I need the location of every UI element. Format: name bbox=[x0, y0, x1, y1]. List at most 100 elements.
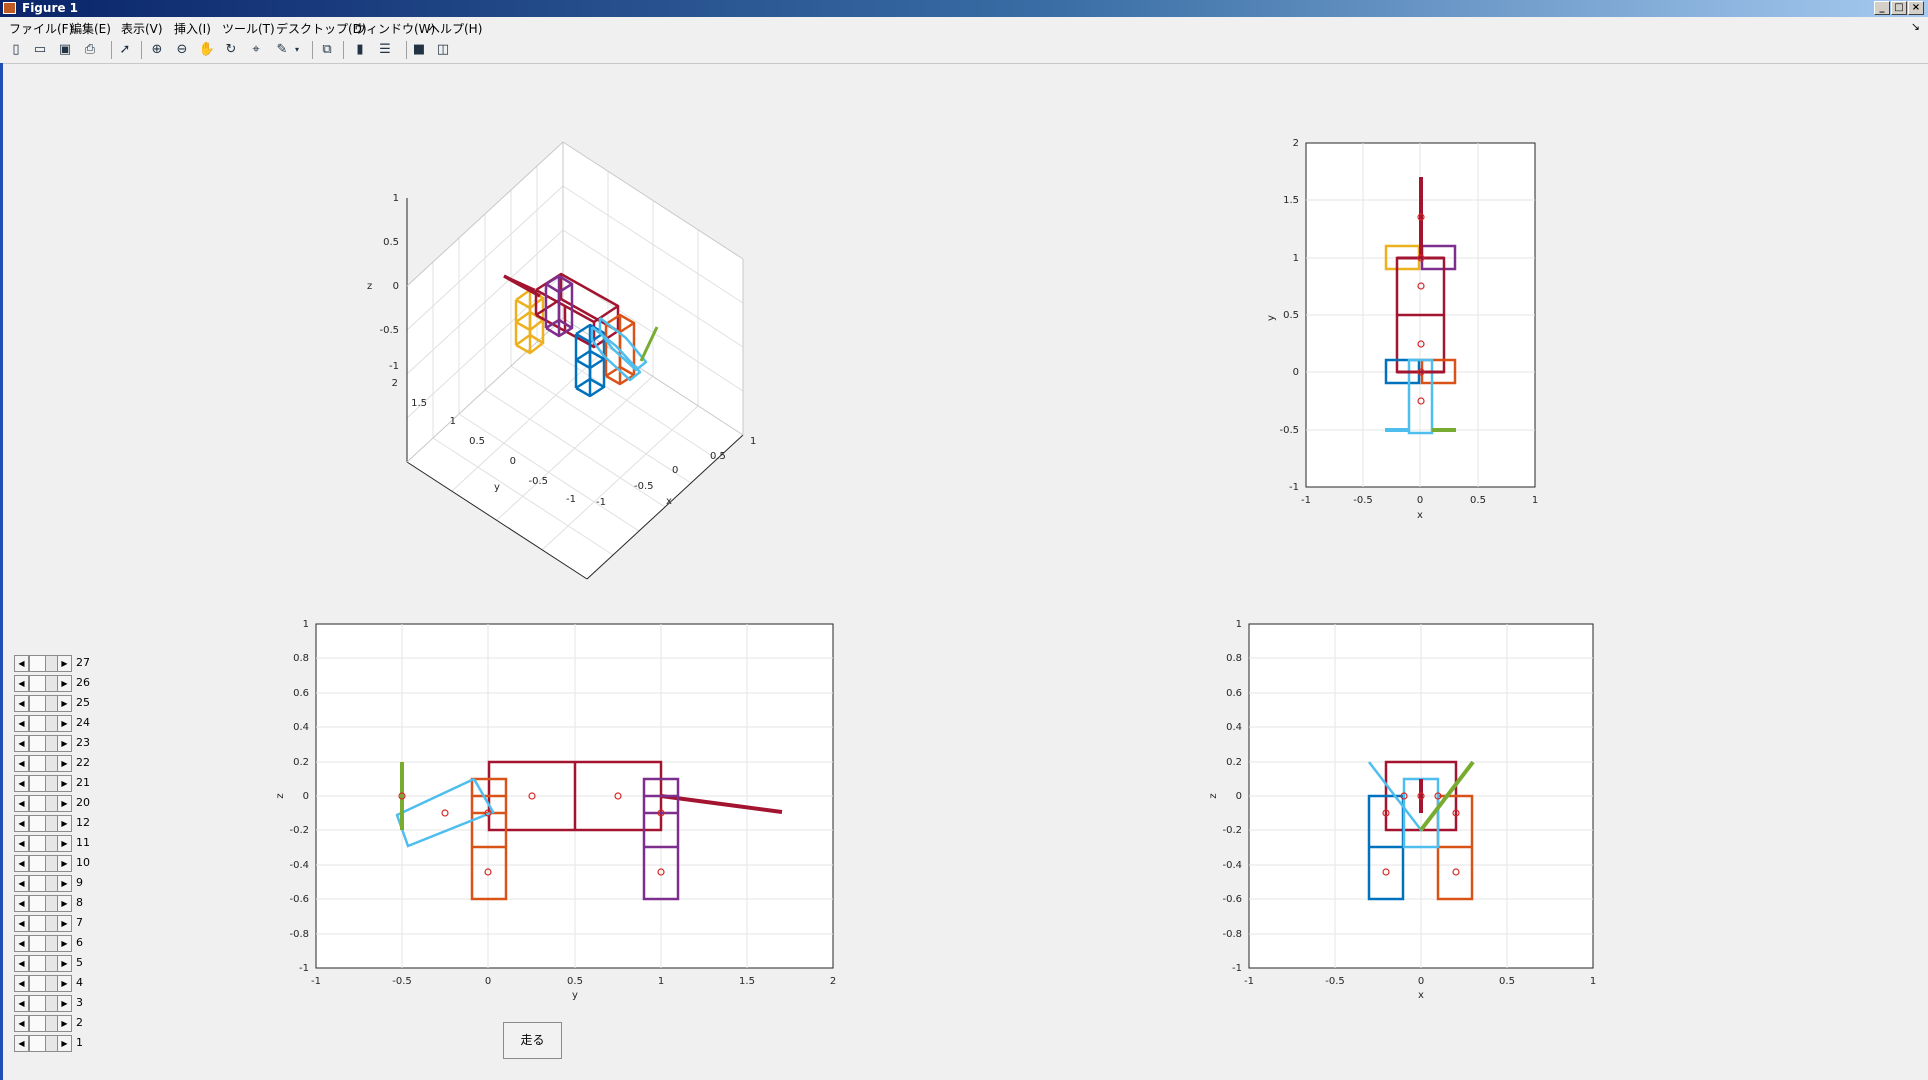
slider-thumb[interactable] bbox=[29, 776, 46, 791]
slider-right-arrow-icon[interactable]: ▶ bbox=[57, 896, 71, 911]
slider-thumb[interactable] bbox=[29, 1016, 46, 1031]
joint-slider[interactable]: ◀ ▶ bbox=[14, 675, 72, 692]
joint-slider[interactable]: ◀ ▶ bbox=[14, 935, 72, 952]
slider-right-arrow-icon[interactable]: ▶ bbox=[57, 776, 71, 791]
slider-right-arrow-icon[interactable]: ▶ bbox=[57, 1016, 71, 1031]
slider-label: 10 bbox=[76, 856, 90, 869]
slider-right-arrow-icon[interactable]: ▶ bbox=[57, 656, 71, 671]
slider-left-arrow-icon[interactable]: ◀ bbox=[15, 976, 29, 991]
joint-slider[interactable]: ◀ ▶ bbox=[14, 655, 72, 672]
joint-slider[interactable]: ◀ ▶ bbox=[14, 1015, 72, 1032]
slider-thumb[interactable] bbox=[29, 876, 46, 891]
joint-slider[interactable]: ◀ ▶ bbox=[14, 735, 72, 752]
slider-right-arrow-icon[interactable]: ▶ bbox=[57, 756, 71, 771]
slider-thumb[interactable] bbox=[29, 956, 46, 971]
slider-thumb[interactable] bbox=[29, 996, 46, 1011]
slider-left-arrow-icon[interactable]: ◀ bbox=[15, 876, 29, 891]
slider-left-arrow-icon[interactable]: ◀ bbox=[15, 996, 29, 1011]
slider-right-arrow-icon[interactable]: ▶ bbox=[57, 956, 71, 971]
slider-left-arrow-icon[interactable]: ◀ bbox=[15, 836, 29, 851]
y-tick-label: 0 bbox=[1293, 367, 1299, 378]
z-tick-label: -0.4 bbox=[1222, 860, 1242, 871]
slider-left-arrow-icon[interactable]: ◀ bbox=[15, 896, 29, 911]
slider-right-arrow-icon[interactable]: ▶ bbox=[57, 696, 71, 711]
y-tick-label: 1 bbox=[450, 416, 456, 427]
joint-slider[interactable]: ◀ ▶ bbox=[14, 775, 72, 792]
axes-xz-bottom[interactable]: 1 0.8 0.6 0.4 0.2 0 -0.2 -0.4 -0.6 -0.8 … bbox=[1208, 619, 1596, 1001]
axes-xy-top[interactable]: 2 1.5 1 0.5 0 -0.5 -1 -1 -0.5 0 0.5 1 x … bbox=[1266, 138, 1538, 521]
slider-left-arrow-icon[interactable]: ◀ bbox=[15, 1016, 29, 1031]
slider-thumb[interactable] bbox=[29, 676, 46, 691]
slider-left-arrow-icon[interactable]: ◀ bbox=[15, 936, 29, 951]
slider-left-arrow-icon[interactable]: ◀ bbox=[15, 736, 29, 751]
joint-slider[interactable]: ◀ ▶ bbox=[14, 975, 72, 992]
slider-thumb[interactable] bbox=[29, 696, 46, 711]
y-tick-label: -1 bbox=[311, 976, 321, 987]
joint-slider[interactable]: ◀ ▶ bbox=[14, 815, 72, 832]
slider-right-arrow-icon[interactable]: ▶ bbox=[57, 996, 71, 1011]
joint-slider[interactable]: ◀ ▶ bbox=[14, 995, 72, 1012]
joint-slider[interactable]: ◀ ▶ bbox=[14, 715, 72, 732]
z-tick-label: 1 bbox=[303, 619, 309, 630]
slider-right-arrow-icon[interactable]: ▶ bbox=[57, 1036, 71, 1051]
slider-thumb[interactable] bbox=[29, 856, 46, 871]
joint-slider-row: ◀ ▶ 24 bbox=[14, 715, 94, 733]
joint-slider[interactable]: ◀ ▶ bbox=[14, 835, 72, 852]
joint-slider-row: ◀ ▶ 4 bbox=[14, 975, 94, 993]
axes-3d[interactable]: 1 0.5 0 -0.5 -1 2 1.5 1 0.5 0 -0.5 -1 -1… bbox=[367, 141, 756, 580]
slider-thumb[interactable] bbox=[29, 976, 46, 991]
slider-left-arrow-icon[interactable]: ◀ bbox=[15, 856, 29, 871]
slider-right-arrow-icon[interactable]: ▶ bbox=[57, 836, 71, 851]
slider-thumb[interactable] bbox=[29, 756, 46, 771]
slider-left-arrow-icon[interactable]: ◀ bbox=[15, 916, 29, 931]
slider-thumb[interactable] bbox=[29, 736, 46, 751]
slider-thumb[interactable] bbox=[29, 796, 46, 811]
joint-slider[interactable]: ◀ ▶ bbox=[14, 795, 72, 812]
slider-left-arrow-icon[interactable]: ◀ bbox=[15, 796, 29, 811]
slider-label: 6 bbox=[76, 936, 83, 949]
slider-right-arrow-icon[interactable]: ▶ bbox=[57, 796, 71, 811]
slider-left-arrow-icon[interactable]: ◀ bbox=[15, 696, 29, 711]
z-tick-label: 0.5 bbox=[383, 237, 399, 248]
slider-left-arrow-icon[interactable]: ◀ bbox=[15, 956, 29, 971]
slider-thumb[interactable] bbox=[29, 916, 46, 931]
slider-right-arrow-icon[interactable]: ▶ bbox=[57, 716, 71, 731]
figure-canvas[interactable]: 1 0.5 0 -0.5 -1 2 1.5 1 0.5 0 -0.5 -1 -1… bbox=[0, 0, 1928, 1080]
slider-left-arrow-icon[interactable]: ◀ bbox=[15, 656, 29, 671]
slider-thumb[interactable] bbox=[29, 1036, 46, 1051]
x-tick-label: 1 bbox=[1590, 976, 1596, 987]
x-axis-label: x bbox=[1417, 510, 1423, 521]
x-axis-label: x bbox=[666, 496, 672, 507]
slider-thumb[interactable] bbox=[29, 936, 46, 951]
joint-slider[interactable]: ◀ ▶ bbox=[14, 915, 72, 932]
slider-left-arrow-icon[interactable]: ◀ bbox=[15, 816, 29, 831]
axes-yz-bottom[interactable]: 1 0.8 0.6 0.4 0.2 0 -0.2 -0.4 -0.6 -0.8 … bbox=[275, 619, 836, 1001]
slider-right-arrow-icon[interactable]: ▶ bbox=[57, 916, 71, 931]
slider-thumb[interactable] bbox=[29, 816, 46, 831]
joint-slider[interactable]: ◀ ▶ bbox=[14, 895, 72, 912]
slider-thumb[interactable] bbox=[29, 716, 46, 731]
slider-right-arrow-icon[interactable]: ▶ bbox=[57, 856, 71, 871]
slider-thumb[interactable] bbox=[29, 896, 46, 911]
slider-left-arrow-icon[interactable]: ◀ bbox=[15, 756, 29, 771]
slider-left-arrow-icon[interactable]: ◀ bbox=[15, 1036, 29, 1051]
slider-right-arrow-icon[interactable]: ▶ bbox=[57, 736, 71, 751]
slider-right-arrow-icon[interactable]: ▶ bbox=[57, 676, 71, 691]
z-tick-label: -1 bbox=[389, 361, 399, 372]
slider-thumb[interactable] bbox=[29, 836, 46, 851]
slider-left-arrow-icon[interactable]: ◀ bbox=[15, 776, 29, 791]
slider-right-arrow-icon[interactable]: ▶ bbox=[57, 976, 71, 991]
slider-thumb[interactable] bbox=[29, 656, 46, 671]
joint-slider[interactable]: ◀ ▶ bbox=[14, 695, 72, 712]
slider-left-arrow-icon[interactable]: ◀ bbox=[15, 676, 29, 691]
slider-left-arrow-icon[interactable]: ◀ bbox=[15, 716, 29, 731]
joint-slider[interactable]: ◀ ▶ bbox=[14, 755, 72, 772]
run-button[interactable]: 走る bbox=[503, 1022, 562, 1059]
joint-slider[interactable]: ◀ ▶ bbox=[14, 855, 72, 872]
slider-right-arrow-icon[interactable]: ▶ bbox=[57, 876, 71, 891]
joint-slider[interactable]: ◀ ▶ bbox=[14, 955, 72, 972]
slider-right-arrow-icon[interactable]: ▶ bbox=[57, 816, 71, 831]
slider-right-arrow-icon[interactable]: ▶ bbox=[57, 936, 71, 951]
joint-slider[interactable]: ◀ ▶ bbox=[14, 1035, 72, 1052]
joint-slider[interactable]: ◀ ▶ bbox=[14, 875, 72, 892]
